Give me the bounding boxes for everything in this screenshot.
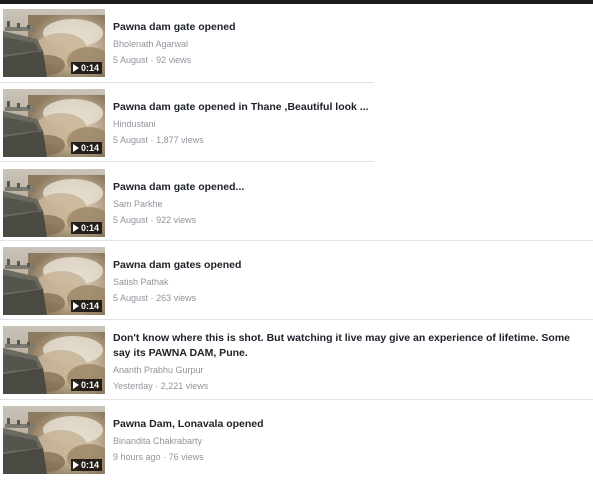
- separator-dot: ·: [150, 135, 154, 145]
- video-author[interactable]: Ananth Prabhu Gurpur: [113, 364, 587, 376]
- video-views: 2,221 views: [160, 381, 209, 391]
- video-date: Yesterday: [113, 381, 153, 391]
- video-views: 263 views: [156, 293, 197, 303]
- video-duration-badge: 0:14: [70, 300, 102, 312]
- video-list-item[interactable]: 0:14 Pawna dam gate opened in Thane ,Bea…: [0, 84, 593, 164]
- video-views: 1,877 views: [156, 135, 204, 145]
- video-meta: Pawna dam gate opened... Sam Parkhe 5 Au…: [113, 180, 587, 226]
- duration-text: 0:14: [80, 380, 99, 390]
- video-author[interactable]: Hindustani: [113, 118, 587, 130]
- separator-dot: ·: [155, 381, 159, 391]
- video-views: 92 views: [156, 55, 192, 65]
- video-duration-badge: 0:14: [70, 459, 102, 471]
- duration-text: 0:14: [80, 460, 99, 470]
- video-stats: 9 hours ago · 76 views: [113, 451, 587, 463]
- video-date: 5 August: [113, 55, 149, 65]
- video-stats: 5 August · 263 views: [113, 292, 587, 304]
- list-divider: [0, 399, 593, 400]
- separator-dot: ·: [163, 452, 167, 462]
- video-title[interactable]: Don't know where this is shot. But watch…: [113, 331, 587, 361]
- video-list-item[interactable]: 0:14 Pawna Dam, Lonavala opened Binandit…: [0, 401, 593, 481]
- duration-text: 0:14: [80, 143, 99, 153]
- video-meta: Don't know where this is shot. But watch…: [113, 331, 587, 392]
- video-date: 5 August: [113, 135, 149, 145]
- list-divider: [0, 161, 374, 162]
- list-divider: [0, 319, 593, 320]
- video-author[interactable]: Sam Parkhe: [113, 198, 587, 210]
- video-meta: Pawna Dam, Lonavala opened Binandita Cha…: [113, 417, 587, 463]
- list-divider: [0, 82, 374, 83]
- video-stats: 5 August · 922 views: [113, 214, 587, 226]
- video-duration-badge: 0:14: [70, 379, 102, 391]
- video-author[interactable]: Bholenath Agarwal: [113, 38, 587, 50]
- play-icon: [72, 64, 79, 72]
- separator-dot: ·: [150, 215, 154, 225]
- video-thumbnail[interactable]: 0:14: [3, 247, 105, 315]
- separator-dot: ·: [150, 293, 154, 303]
- video-duration-badge: 0:14: [70, 62, 102, 74]
- video-thumbnail[interactable]: 0:14: [3, 89, 105, 157]
- video-duration-badge: 0:14: [70, 222, 102, 234]
- play-icon: [72, 224, 79, 232]
- video-title[interactable]: Pawna dam gates opened: [113, 258, 587, 273]
- video-meta: Pawna dam gate opened Bholenath Agarwal …: [113, 20, 587, 66]
- video-title[interactable]: Pawna dam gate opened in Thane ,Beautifu…: [113, 100, 587, 115]
- play-icon: [72, 144, 79, 152]
- video-meta: Pawna dam gate opened in Thane ,Beautifu…: [113, 100, 587, 146]
- video-list-item[interactable]: 0:14 Pawna dam gate opened Bholenath Aga…: [0, 4, 593, 84]
- video-views: 922 views: [156, 215, 197, 225]
- video-title[interactable]: Pawna dam gate opened...: [113, 180, 587, 195]
- duration-text: 0:14: [80, 301, 99, 311]
- video-stats: 5 August · 1,877 views: [113, 134, 587, 146]
- video-thumbnail[interactable]: 0:14: [3, 406, 105, 474]
- video-date: 5 August: [113, 293, 149, 303]
- play-icon: [72, 302, 79, 310]
- list-divider: [0, 240, 593, 241]
- video-title[interactable]: Pawna dam gate opened: [113, 20, 587, 35]
- video-title[interactable]: Pawna Dam, Lonavala opened: [113, 417, 587, 432]
- video-list-item[interactable]: 0:14 Don't know where this is shot. But …: [0, 321, 593, 401]
- video-duration-badge: 0:14: [70, 142, 102, 154]
- separator-dot: ·: [150, 55, 154, 65]
- video-list-item[interactable]: 0:14 Pawna dam gates opened Satish Patha…: [0, 242, 593, 322]
- video-date: 9 hours ago: [113, 452, 161, 462]
- video-thumbnail[interactable]: 0:14: [3, 9, 105, 77]
- video-date: 5 August: [113, 215, 149, 225]
- duration-text: 0:14: [80, 63, 99, 73]
- video-author[interactable]: Binandita Chakrabarty: [113, 435, 587, 447]
- video-views: 76 views: [168, 452, 204, 462]
- video-thumbnail[interactable]: 0:14: [3, 169, 105, 237]
- video-stats: 5 August · 92 views: [113, 54, 587, 66]
- video-list-item[interactable]: 0:14 Pawna dam gate opened... Sam Parkhe…: [0, 164, 593, 244]
- video-stats: Yesterday · 2,221 views: [113, 380, 587, 392]
- play-icon: [72, 461, 79, 469]
- play-icon: [72, 381, 79, 389]
- duration-text: 0:14: [80, 223, 99, 233]
- video-author[interactable]: Satish Pathak: [113, 276, 587, 288]
- video-meta: Pawna dam gates opened Satish Pathak 5 A…: [113, 258, 587, 304]
- video-thumbnail[interactable]: 0:14: [3, 326, 105, 394]
